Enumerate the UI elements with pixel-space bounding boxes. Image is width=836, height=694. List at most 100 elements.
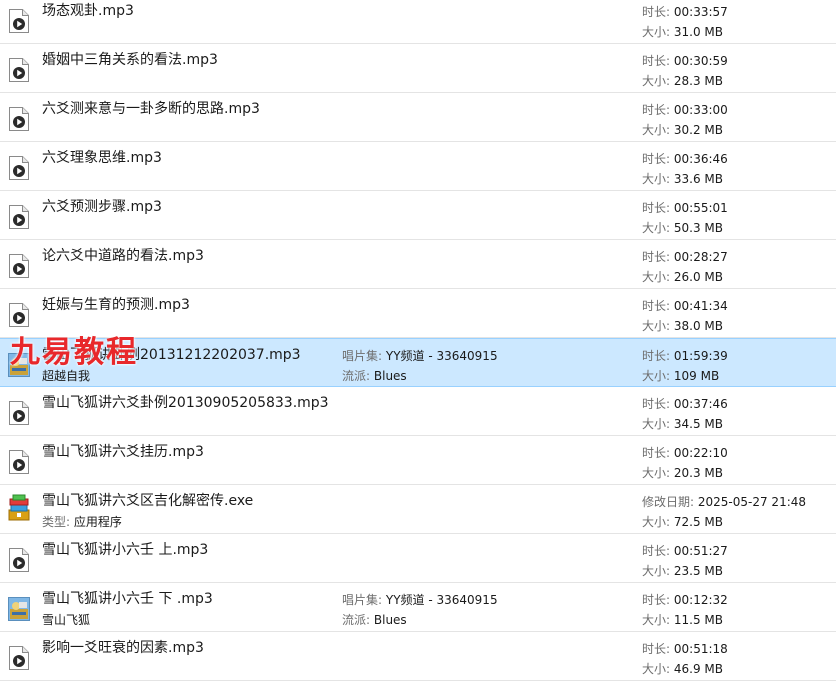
size-value: 26.0 MB	[673, 270, 723, 284]
file-size: 大小: 109 MB	[642, 367, 719, 384]
file-name: 场态观卦.mp3	[42, 3, 134, 19]
audio-file-icon	[8, 449, 30, 475]
file-row[interactable]: 论六爻中道路的看法.mp3 时长: 00:28:27 大小: 26.0 MB	[0, 240, 836, 289]
file-size: 大小: 33.6 MB	[642, 170, 723, 187]
file-row[interactable]: 影响一爻旺衰的因素.mp3 时长: 00:51:18 大小: 46.9 MB	[0, 632, 836, 681]
file-row[interactable]: 雪山飞狐讲小六壬 上.mp3 时长: 00:51:27 大小: 23.5 MB	[0, 534, 836, 583]
field-label: 大小:	[642, 417, 671, 431]
audio-file-icon	[8, 400, 30, 426]
audio-file-icon	[8, 547, 30, 573]
size-value: 33.6 MB	[673, 172, 723, 186]
field-label: 唱片集:	[342, 593, 383, 607]
file-name: 婚姻中三角关系的看法.mp3	[42, 52, 218, 68]
field-label: 大小:	[642, 662, 671, 676]
field-label: 大小:	[642, 123, 671, 137]
duration-value: 00:22:10	[673, 446, 728, 460]
file-name: 六爻测来意与一卦多断的思路.mp3	[42, 101, 260, 117]
field-label: 类型:	[42, 515, 71, 529]
file-size: 大小: 11.5 MB	[642, 611, 723, 628]
duration-value: 00:28:27	[673, 250, 728, 264]
duration-value: 00:33:00	[673, 103, 728, 117]
file-row[interactable]: 雪山飞狐讲六爻区吉化解密传.exe 类型: 应用程序 修改日期: 2025-05-2…	[0, 485, 836, 534]
audio-file-icon	[8, 57, 30, 83]
field-label: 大小:	[642, 466, 671, 480]
file-row[interactable]: 婚姻中三角关系的看法.mp3 时长: 00:30:59 大小: 28.3 MB	[0, 44, 836, 93]
duration-value: 00:55:01	[673, 201, 728, 215]
field-label: 大小:	[642, 515, 671, 529]
field-label: 大小:	[642, 613, 671, 627]
size-value: 109 MB	[673, 369, 720, 383]
duration: 时长: 00:30:59	[642, 52, 728, 69]
duration-value: 00:51:27	[673, 544, 728, 558]
field-label: 流派:	[342, 613, 371, 627]
file-row[interactable]: 六爻测来意与一卦多断的思路.mp3 时长: 00:33:00 大小: 30.2 MB	[0, 93, 836, 142]
duration-value: 00:30:59	[673, 54, 728, 68]
field-label: 大小:	[642, 369, 671, 383]
album: 唱片集: YY频道 - 33640915	[342, 347, 498, 364]
field-label: 时长:	[642, 446, 671, 460]
modified-value: 2025-05-27 21:48	[697, 495, 807, 509]
file-size: 大小: 50.3 MB	[642, 219, 723, 236]
size-value: 30.2 MB	[673, 123, 723, 137]
file-name: 雪山飞狐讲小六壬 上.mp3	[42, 542, 209, 558]
field-label: 大小:	[642, 270, 671, 284]
album-value: YY频道 - 33640915	[385, 349, 498, 363]
album: 唱片集: YY频道 - 33640915	[342, 591, 498, 608]
duration-value: 00:51:18	[673, 642, 728, 656]
file-row[interactable]: 雪山飞狐讲小六壬 下 .mp3 雪山飞狐 唱片集: YY频道 - 33640915 流…	[0, 583, 836, 632]
audio-file-icon	[8, 106, 30, 132]
file-size: 大小: 23.5 MB	[642, 562, 723, 579]
size-value: 28.3 MB	[673, 74, 723, 88]
field-label: 时长:	[642, 397, 671, 411]
duration: 时长: 00:28:27	[642, 248, 728, 265]
field-label: 修改日期:	[642, 495, 695, 509]
application-icon	[6, 494, 30, 521]
duration: 时长: 01:59:39	[642, 347, 728, 364]
audio-file-icon	[8, 645, 30, 671]
field-label: 唱片集:	[342, 349, 383, 363]
field-label: 时长:	[642, 103, 671, 117]
duration: 时长: 00:51:27	[642, 542, 728, 559]
file-size: 大小: 30.2 MB	[642, 121, 723, 138]
duration-value: 00:33:57	[673, 5, 728, 19]
file-name: 论六爻中道路的看法.mp3	[42, 248, 204, 264]
duration: 时长: 00:51:18	[642, 640, 728, 657]
genre-value: Blues	[373, 369, 407, 383]
duration-value: 01:59:39	[673, 349, 728, 363]
audio-file-icon	[8, 8, 30, 34]
size-value: 46.9 MB	[673, 662, 723, 676]
file-row[interactable]: 六爻预测步骤.mp3 时长: 00:55:01 大小: 50.3 MB	[0, 191, 836, 240]
file-row[interactable]: 场态观卦.mp3 时长: 00:33:57 大小: 31.0 MB	[0, 0, 836, 44]
field-label: 时长:	[642, 5, 671, 19]
size-value: 38.0 MB	[673, 319, 723, 333]
file-row[interactable]: 雪山飞狐讲六爻挂历.mp3 时长: 00:22:10 大小: 20.3 MB	[0, 436, 836, 485]
field-label: 大小:	[642, 221, 671, 235]
field-label: 大小:	[642, 172, 671, 186]
field-label: 时长:	[642, 152, 671, 166]
file-row[interactable]: 六爻理象思维.mp3 时长: 00:36:46 大小: 33.6 MB	[0, 142, 836, 191]
field-label: 时长:	[642, 201, 671, 215]
file-size: 大小: 28.3 MB	[642, 72, 723, 89]
field-label: 时长:	[642, 642, 671, 656]
field-label: 大小:	[642, 564, 671, 578]
duration: 时长: 00:36:46	[642, 150, 728, 167]
file-name: 雪山飞狐讲六爻卦例20130905205833.mp3	[42, 395, 329, 411]
field-label: 大小:	[642, 319, 671, 333]
modified-date: 修改日期: 2025-05-27 21:48	[642, 493, 806, 510]
field-label: 流派:	[342, 369, 371, 383]
file-name: 雪山飞狐讲小六壬 下 .mp3	[42, 591, 213, 607]
genre: 流派: Blues	[342, 367, 407, 384]
file-size: 大小: 34.5 MB	[642, 415, 723, 432]
file-name: 雪山飞狐讲六爻挂历.mp3	[42, 444, 204, 460]
field-label: 时长:	[642, 54, 671, 68]
duration: 时长: 00:37:46	[642, 395, 728, 412]
file-name: 六爻预测步骤.mp3	[42, 199, 162, 215]
file-row[interactable]: 雪山飞狐讲六爻卦例20130905205833.mp3 时长: 00:37:46 大…	[0, 387, 836, 436]
size-value: 31.0 MB	[673, 25, 723, 39]
size-value: 50.3 MB	[673, 221, 723, 235]
duration: 时长: 00:41:34	[642, 297, 728, 314]
size-value: 34.5 MB	[673, 417, 723, 431]
field-label: 时长:	[642, 299, 671, 313]
audio-file-icon	[8, 253, 30, 279]
field-label: 时长:	[642, 593, 671, 607]
